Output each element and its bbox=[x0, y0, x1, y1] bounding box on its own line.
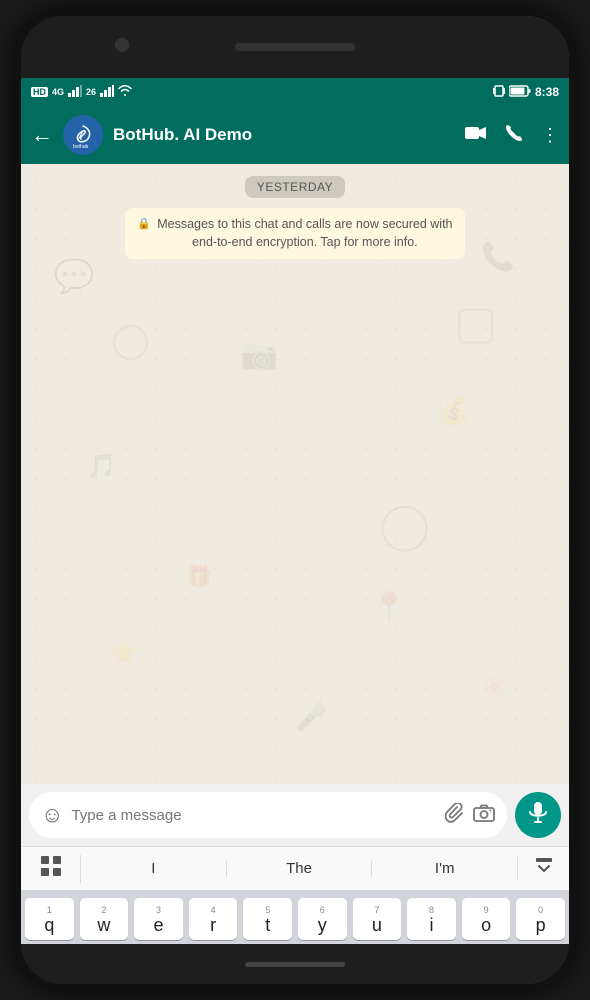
collapse-icon bbox=[535, 857, 553, 880]
signal-4g: 4G bbox=[52, 87, 64, 97]
video-call-button[interactable] bbox=[465, 125, 487, 146]
home-bar bbox=[245, 962, 345, 967]
chat-title: BotHub. AI Demo bbox=[113, 125, 455, 145]
emoji-button[interactable]: ☺ bbox=[41, 802, 63, 828]
contact-avatar[interactable]: bothub bbox=[63, 115, 103, 155]
bottom-bar: ☺ bbox=[21, 784, 569, 944]
signal-bars-2 bbox=[100, 85, 114, 100]
svg-text:⭐: ⭐ bbox=[109, 638, 139, 666]
avatar-image: bothub bbox=[63, 115, 103, 155]
autocomplete-words: I The I'm bbox=[81, 860, 517, 877]
autocomplete-word-2[interactable]: The bbox=[227, 860, 373, 877]
mic-button[interactable] bbox=[515, 792, 561, 838]
key-w[interactable]: 2 w bbox=[80, 898, 129, 940]
phone-frame: HD 4G 26 8:38 bbox=[15, 10, 575, 990]
status-bar: HD 4G 26 8:38 bbox=[21, 78, 569, 106]
key-r[interactable]: 4 r bbox=[189, 898, 238, 940]
speaker-grille bbox=[235, 43, 355, 51]
svg-text:bothub: bothub bbox=[73, 144, 89, 150]
status-left: HD 4G 26 bbox=[31, 85, 132, 100]
battery-icon bbox=[509, 85, 531, 100]
key-i[interactable]: 8 i bbox=[407, 898, 456, 940]
message-input-box[interactable]: ☺ bbox=[29, 792, 507, 838]
camera-button[interactable] bbox=[473, 804, 495, 827]
keyboard-switcher[interactable] bbox=[21, 855, 81, 883]
message-input[interactable] bbox=[71, 807, 437, 824]
more-options-button[interactable]: ⋮ bbox=[541, 125, 559, 146]
signal-bars-1 bbox=[68, 85, 82, 100]
input-row: ☺ bbox=[21, 784, 569, 846]
carrier-hd: HD bbox=[31, 87, 48, 97]
key-o[interactable]: 9 o bbox=[462, 898, 511, 940]
autocomplete-row: I The I'm bbox=[21, 846, 569, 890]
chat-area: 💬 📞 📷 🎵 💰 🎁 📍 ⭐ 🌸 🎤 YESTERD bbox=[21, 164, 569, 784]
key-y[interactable]: 6 y bbox=[298, 898, 347, 940]
screen: HD 4G 26 8:38 bbox=[21, 78, 569, 944]
mic-icon bbox=[528, 801, 548, 829]
svg-text:🎁: 🎁 bbox=[185, 564, 212, 589]
key-u[interactable]: 7 u bbox=[353, 898, 402, 940]
wifi-icon bbox=[118, 85, 132, 100]
autocomplete-word-1[interactable]: I bbox=[81, 860, 227, 877]
top-bezel bbox=[21, 16, 569, 78]
key-p[interactable]: 0 p bbox=[516, 898, 565, 940]
network-26: 26 bbox=[86, 87, 96, 97]
chat-header: ← bothub BotHub. AI Demo bbox=[21, 106, 569, 164]
encryption-text: Messages to this chat and calls are now … bbox=[157, 216, 453, 251]
key-t[interactable]: 5 t bbox=[243, 898, 292, 940]
voice-call-button[interactable] bbox=[505, 124, 523, 147]
vibrate-icon bbox=[493, 84, 505, 101]
lock-icon: 🔒 bbox=[137, 217, 151, 232]
key-e[interactable]: 3 e bbox=[134, 898, 183, 940]
grid-icon bbox=[40, 855, 62, 883]
camera-cutout bbox=[115, 38, 129, 52]
status-right: 8:38 bbox=[493, 84, 559, 101]
clock: 8:38 bbox=[535, 85, 559, 99]
back-button[interactable]: ← bbox=[31, 122, 53, 148]
autocomplete-word-3[interactable]: I'm bbox=[372, 860, 517, 877]
chat-messages: YESTERDAY 🔒 Messages to this chat and ca… bbox=[21, 164, 569, 271]
key-q[interactable]: 1 q bbox=[25, 898, 74, 940]
keyboard-row: 1 q 2 w 3 e 4 r 5 t bbox=[21, 890, 569, 944]
svg-text:🌸: 🌸 bbox=[481, 673, 508, 698]
svg-text:📷: 📷 bbox=[240, 336, 278, 371]
svg-text:🎵: 🎵 bbox=[87, 452, 117, 480]
attach-button[interactable] bbox=[445, 803, 465, 828]
bottom-bezel bbox=[21, 944, 569, 984]
date-separator: YESTERDAY bbox=[245, 176, 345, 198]
svg-text:📍: 📍 bbox=[372, 590, 407, 623]
svg-text:🎤: 🎤 bbox=[295, 701, 328, 732]
keyboard-collapse[interactable] bbox=[517, 857, 569, 880]
header-actions: ⋮ bbox=[465, 124, 559, 147]
svg-text:💰: 💰 bbox=[437, 395, 470, 426]
encryption-notice[interactable]: 🔒 Messages to this chat and calls are no… bbox=[125, 208, 465, 259]
